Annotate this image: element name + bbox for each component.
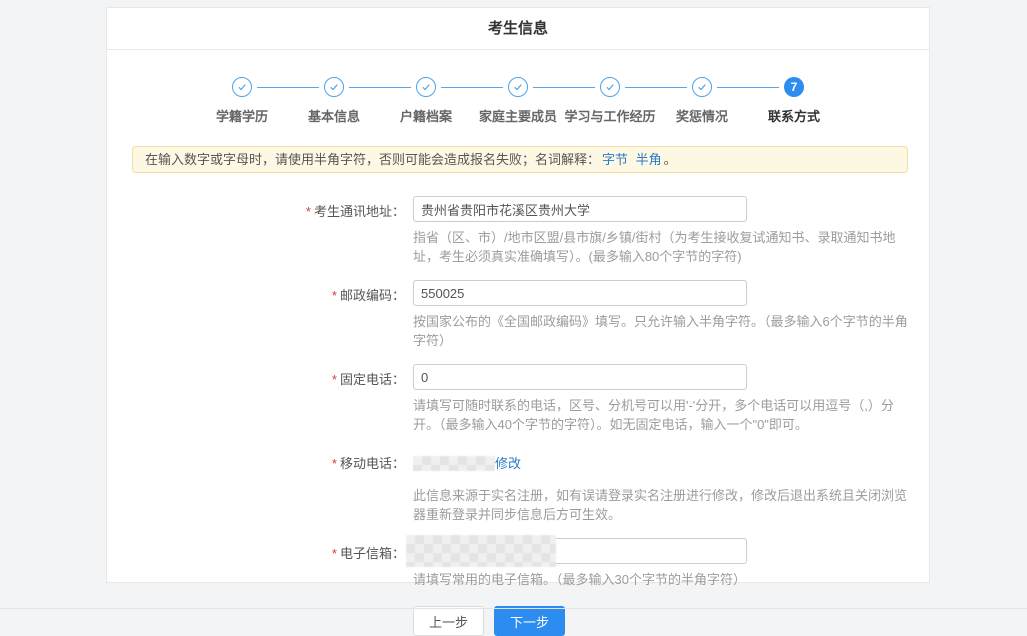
form-row-mobile: *移动电话： 修改 此信息来源于实名注册，如有误请登录实名注册进行修改，修改后退… [107,448,929,524]
step-label: 基本信息 [308,106,360,125]
required-asterisk: * [332,372,337,387]
step-number-badge: 7 [784,77,804,97]
check-circle-icon [416,77,436,97]
field-label: *移动电话： [107,448,405,524]
previous-step-button[interactable]: 上一步 [413,606,484,636]
check-icon [604,81,616,93]
required-asterisk: * [332,546,337,561]
check-circle-icon [600,77,620,97]
address-input[interactable] [413,196,747,222]
redacted-mobile-number [413,456,495,471]
contact-info-form: *考生通讯地址： 指省（区、市）/地市区盟/县市旗/乡镇/街村（为考生接收复试通… [107,196,929,636]
field-label: *邮政编码： [107,280,405,350]
form-buttons: 上一步 下一步 [413,606,929,636]
check-icon [512,81,524,93]
notice-text: 在输入数字或字母时，请使用半角字符，否则可能会造成报名失败；名词解释： [145,152,600,167]
step-huji-dangan[interactable]: 户籍档案 [380,77,472,125]
page-title: 考生信息 [488,20,548,37]
step-label: 学籍学历 [216,106,268,125]
mobile-help-text: 此信息来源于实名注册，如有误请登录实名注册进行修改，修改后退出系统且关闭浏览器重… [413,486,913,524]
halfwidth-glossary-link[interactable]: 半角 [636,152,662,167]
candidate-info-card: 考生信息 学籍学历 基本信息 户籍档案 家庭主要成员 [106,7,930,583]
check-circle-icon [324,77,344,97]
step-label: 奖惩情况 [676,106,728,125]
check-circle-icon [692,77,712,97]
field-label: *考生通讯地址： [107,196,405,266]
step-jiben-xinxi[interactable]: 基本信息 [288,77,380,125]
email-help-text: 请填写常用的电子信箱。（最多输入30个字节的半角字符） [413,570,913,589]
halfwidth-notice-banner: 在输入数字或字母时，请使用半角字符，否则可能会造成报名失败；名词解释：字节 半角… [132,146,908,173]
address-help-text: 指省（区、市）/地市区盟/县市旗/乡镇/街村（为考生接收复试通知书、录取通知书地… [413,228,913,266]
step-label: 联系方式 [768,106,820,125]
byte-glossary-link[interactable]: 字节 [602,152,628,167]
field-label: *固定电话： [107,364,405,434]
footer-divider [0,608,1027,609]
page-header: 考生信息 [107,8,929,50]
check-icon [328,81,340,93]
check-icon [420,81,432,93]
form-row-email: *电子信箱： 请填写常用的电子信箱。（最多输入30个字节的半角字符） [107,538,929,589]
step-label: 家庭主要成员 [479,106,557,125]
step-jiangcheng[interactable]: 奖惩情况 [656,77,748,125]
step-jiating-chengyuan[interactable]: 家庭主要成员 [472,77,564,125]
required-asterisk: * [332,288,337,303]
required-asterisk: * [306,204,311,219]
check-icon [696,81,708,93]
step-label: 学习与工作经历 [564,106,655,125]
check-icon [236,81,248,93]
field-label: *电子信箱： [107,538,405,589]
step-lianxi-fangshi[interactable]: 7 联系方式 [748,77,840,125]
form-row-address: *考生通讯地址： 指省（区、市）/地市区盟/县市旗/乡镇/街村（为考生接收复试通… [107,196,929,266]
landline-input[interactable] [413,364,747,390]
wizard-stepper: 学籍学历 基本信息 户籍档案 家庭主要成员 学习与工作经历 [107,77,929,125]
required-asterisk: * [332,456,337,471]
next-step-button[interactable]: 下一步 [494,606,565,636]
modify-mobile-link[interactable]: 修改 [495,456,521,471]
postcode-input[interactable] [413,280,747,306]
landline-help-text: 请填写可随时联系的电话，区号、分机号可以用'-'分开，多个电话可以用逗号（,）分… [413,396,913,434]
step-xueji-xueli[interactable]: 学籍学历 [196,77,288,125]
check-circle-icon [508,77,528,97]
step-label: 户籍档案 [400,106,452,125]
postcode-help-text: 按国家公布的《全国邮政编码》填写。只允许输入半角字符。（最多输入6个字节的半角字… [413,312,913,350]
notice-suffix: 。 [664,152,677,167]
check-circle-icon [232,77,252,97]
form-row-landline: *固定电话： 请填写可随时联系的电话，区号、分机号可以用'-'分开，多个电话可以… [107,364,929,434]
step-xuexi-gongzuo[interactable]: 学习与工作经历 [564,77,656,125]
form-row-postcode: *邮政编码： 按国家公布的《全国邮政编码》填写。只允许输入半角字符。（最多输入6… [107,280,929,350]
redacted-email-value [406,535,556,567]
